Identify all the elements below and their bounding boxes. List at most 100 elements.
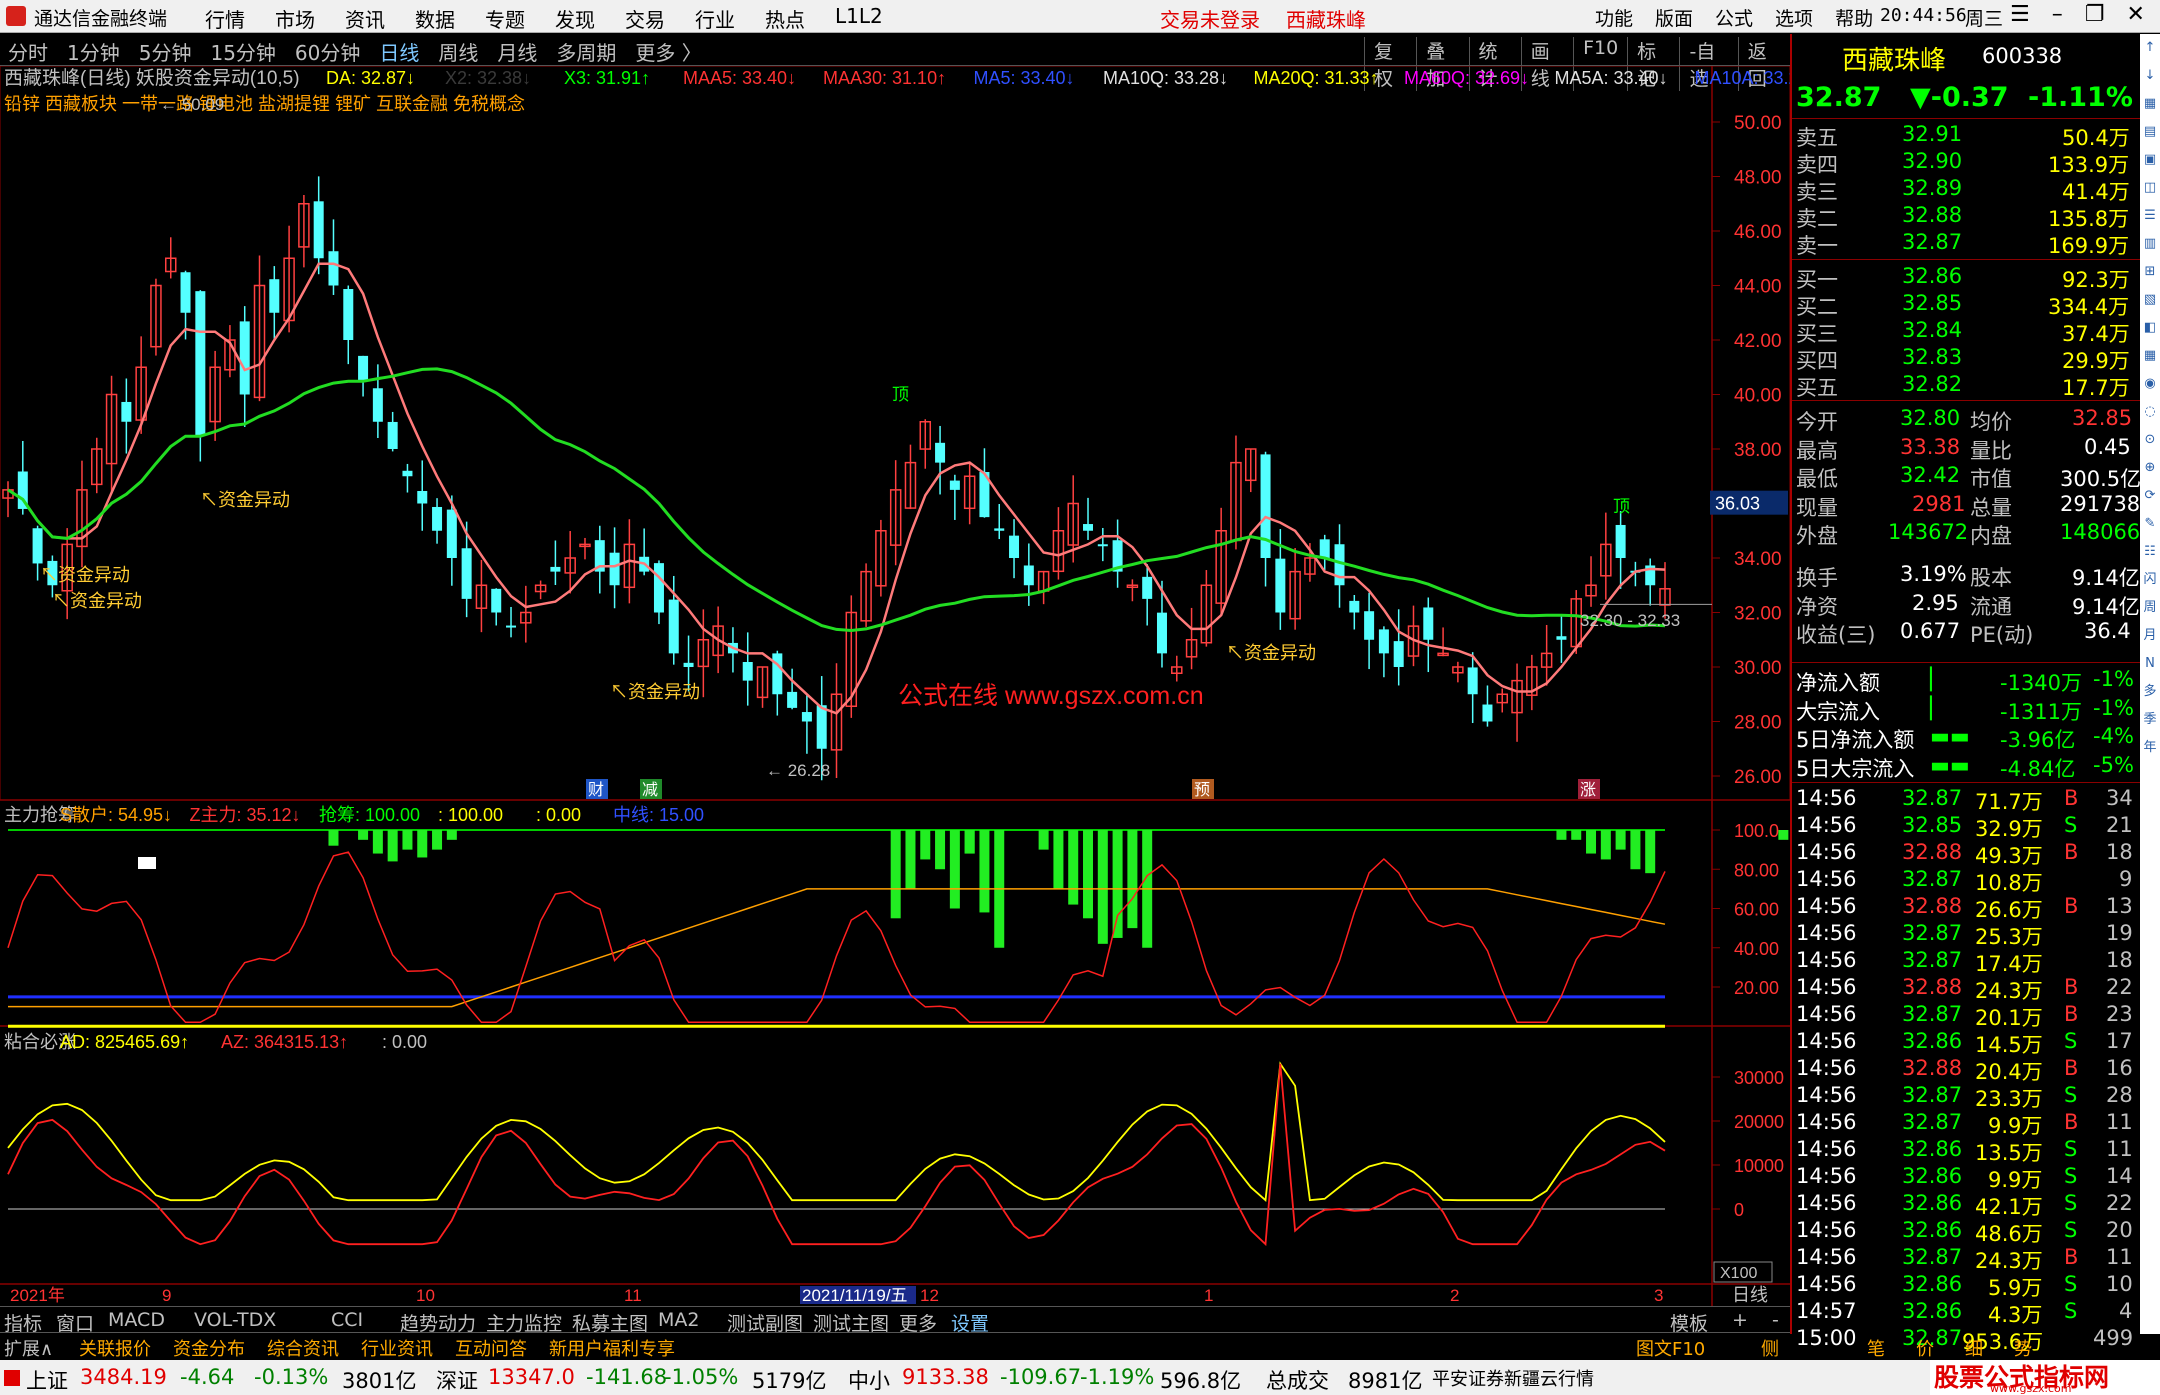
cell: 32.87 [1902,1083,1963,1107]
menu-item[interactable]: 行业 [695,4,735,33]
period-shortcut[interactable]: 闪 [2140,566,2160,594]
chart-area[interactable]: 50.0048.0046.0044.0042.0040.0038.0036.00… [0,66,1790,1306]
status-sh-chg: -4.64 [180,1365,235,1389]
toolbar-icon[interactable]: ◉ [2140,370,2160,398]
cell: 11 [2106,1137,2133,1161]
minimize-icon[interactable]: – [2052,2,2063,27]
candle-down [994,528,1005,531]
toolbar-icon[interactable]: ▣ [2140,146,2160,174]
period-tab[interactable]: 日线 [379,37,419,66]
menu-item[interactable]: 公式 [1715,4,1753,31]
period-shortcut[interactable]: 多 [2140,678,2160,706]
period-tab[interactable]: 分时 [8,37,48,66]
toolbar-icon[interactable]: ▦ [2140,342,2160,370]
template-button[interactable]: - [1772,1309,1779,1331]
toolbar-icon[interactable]: ✎ [2140,510,2160,538]
status-total-label[interactable]: 总成交 [1266,1365,1329,1395]
accumulation-bar [979,830,990,913]
status-sh-label[interactable]: 上证 [26,1365,68,1395]
trade-login-status[interactable]: 交易未登录 [1160,4,1260,33]
period-tab[interactable]: 周线 [438,37,478,66]
panel-toggle[interactable]: 价 [1916,1335,1934,1361]
menu-item[interactable]: 热点 [765,4,805,33]
indicator-tab[interactable]: MA2 [658,1309,699,1331]
menu-item[interactable]: 选项 [1775,4,1813,31]
price-tick-label: 26.00 [1734,767,1782,788]
menu-item[interactable]: 版面 [1655,4,1693,31]
close-icon[interactable]: ✕ [2126,2,2144,27]
cell: 14:56 [1796,1110,1857,1134]
stat-row: 收益(三) 0.677 PE(动) 36.4 [1792,619,2142,647]
toolbar-icon[interactable]: ◌ [2140,398,2160,426]
status-zx-label[interactable]: 中小 [848,1365,890,1395]
cell: S [2064,1164,2078,1188]
toolbar-icon[interactable]: ☷ [2140,538,2160,566]
toolbar-icon[interactable]: ▥ [2140,230,2160,258]
period-tab[interactable]: 1分钟 [67,37,120,66]
extension-tab[interactable]: 新用户福利专享 [549,1335,675,1361]
status-bar: 上证 3484.19 -4.64 -0.13% 3801亿 深证 13347.0 -141.6… [0,1360,2160,1395]
menu-item[interactable]: 发现 [555,4,595,33]
indicator-tab[interactable]: VOL-TDX [194,1309,276,1331]
menu-item[interactable]: 专题 [485,4,525,33]
period-shortcut[interactable]: 年 [2140,734,2160,762]
template-button[interactable]: + [1732,1309,1748,1331]
extension-tab[interactable]: 行业资讯 [361,1335,433,1361]
toolbar-icon[interactable]: ☰ [2140,202,2160,230]
toolbar-icon[interactable]: ▧ [2140,286,2160,314]
sub2-header-item: AZ: 364315.13↑ [221,1032,348,1052]
period-tab[interactable]: 更多 〉 [635,37,701,66]
indicator-tab[interactable]: MACD [108,1309,165,1331]
candle-down [180,272,191,313]
toolbar-icon[interactable]: ↑ [2140,34,2160,62]
period-tab[interactable]: 15分钟 [210,37,275,66]
menu-item[interactable]: 数据 [415,4,455,33]
period-tab[interactable]: 5分钟 [139,37,192,66]
menu-item[interactable]: 交易 [625,4,665,33]
extension-tab[interactable]: 资金分布 [173,1335,245,1361]
period-shortcut[interactable]: 月 [2140,622,2160,650]
cell: 14:56 [1796,840,1857,864]
title-stock-name: 西藏珠峰 [1286,8,1366,32]
panel-toggle[interactable]: 图文F10 [1636,1335,1705,1361]
cell: 卖四 [1796,153,1838,177]
cell: B [2064,894,2079,918]
divider [1792,662,2142,663]
cell: 14:56 [1796,813,1857,837]
extension-tab[interactable]: 扩展∧ [4,1335,53,1361]
extension-tab[interactable]: 关联报价 [79,1335,151,1361]
toolbar-icon[interactable]: ⊙ [2140,426,2160,454]
status-sz-label[interactable]: 深证 [436,1365,478,1395]
toolbar-icon[interactable]: ◧ [2140,314,2160,342]
extension-tab[interactable]: 互动问答 [455,1335,527,1361]
extension-tab[interactable]: 综合资讯 [267,1335,339,1361]
menu-item[interactable]: 行情 [205,4,245,33]
period-tab[interactable]: 60分钟 [295,37,360,66]
menu-icon[interactable]: ☰ [2010,2,2030,27]
indicator-tab[interactable]: CCI [331,1309,363,1331]
menu-item[interactable]: 帮助 [1835,4,1873,31]
toolbar-icon[interactable]: ▤ [2140,118,2160,146]
cell: 9 [2119,867,2133,891]
period-tab[interactable]: 月线 [497,37,537,66]
extension-tabs: 扩展∧关联报价资金分布综合资讯行业资讯互动问答新用户福利专享图文F10侧边栏《笔… [0,1332,2032,1395]
period-shortcut[interactable]: 季 [2140,706,2160,734]
period-tab[interactable]: 多周期 [556,37,616,66]
toolbar-icon[interactable]: ▦ [2140,90,2160,118]
accumulation-bar [949,830,960,909]
period-shortcut[interactable]: N [2140,650,2160,678]
panel-toggle[interactable]: 笔 [1867,1335,1885,1361]
menu-item[interactable]: 功能 [1595,4,1633,31]
toolbar-icon[interactable]: ◫ [2140,174,2160,202]
toolbar-icon[interactable]: ⊕ [2140,454,2160,482]
toolbar-icon[interactable]: ↓ [2140,62,2160,90]
candle-down [402,470,413,477]
menu-item[interactable]: 资讯 [345,4,385,33]
cell: 14:56 [1796,1191,1857,1215]
toolbar-icon[interactable]: ⟳ [2140,482,2160,510]
menu-item[interactable]: 市场 [275,4,315,33]
menu-item[interactable]: L1L2 [835,4,883,33]
restore-icon[interactable]: ❐ [2085,2,2105,27]
toolbar-icon[interactable]: ⊞ [2140,258,2160,286]
period-shortcut[interactable]: 周 [2140,594,2160,622]
